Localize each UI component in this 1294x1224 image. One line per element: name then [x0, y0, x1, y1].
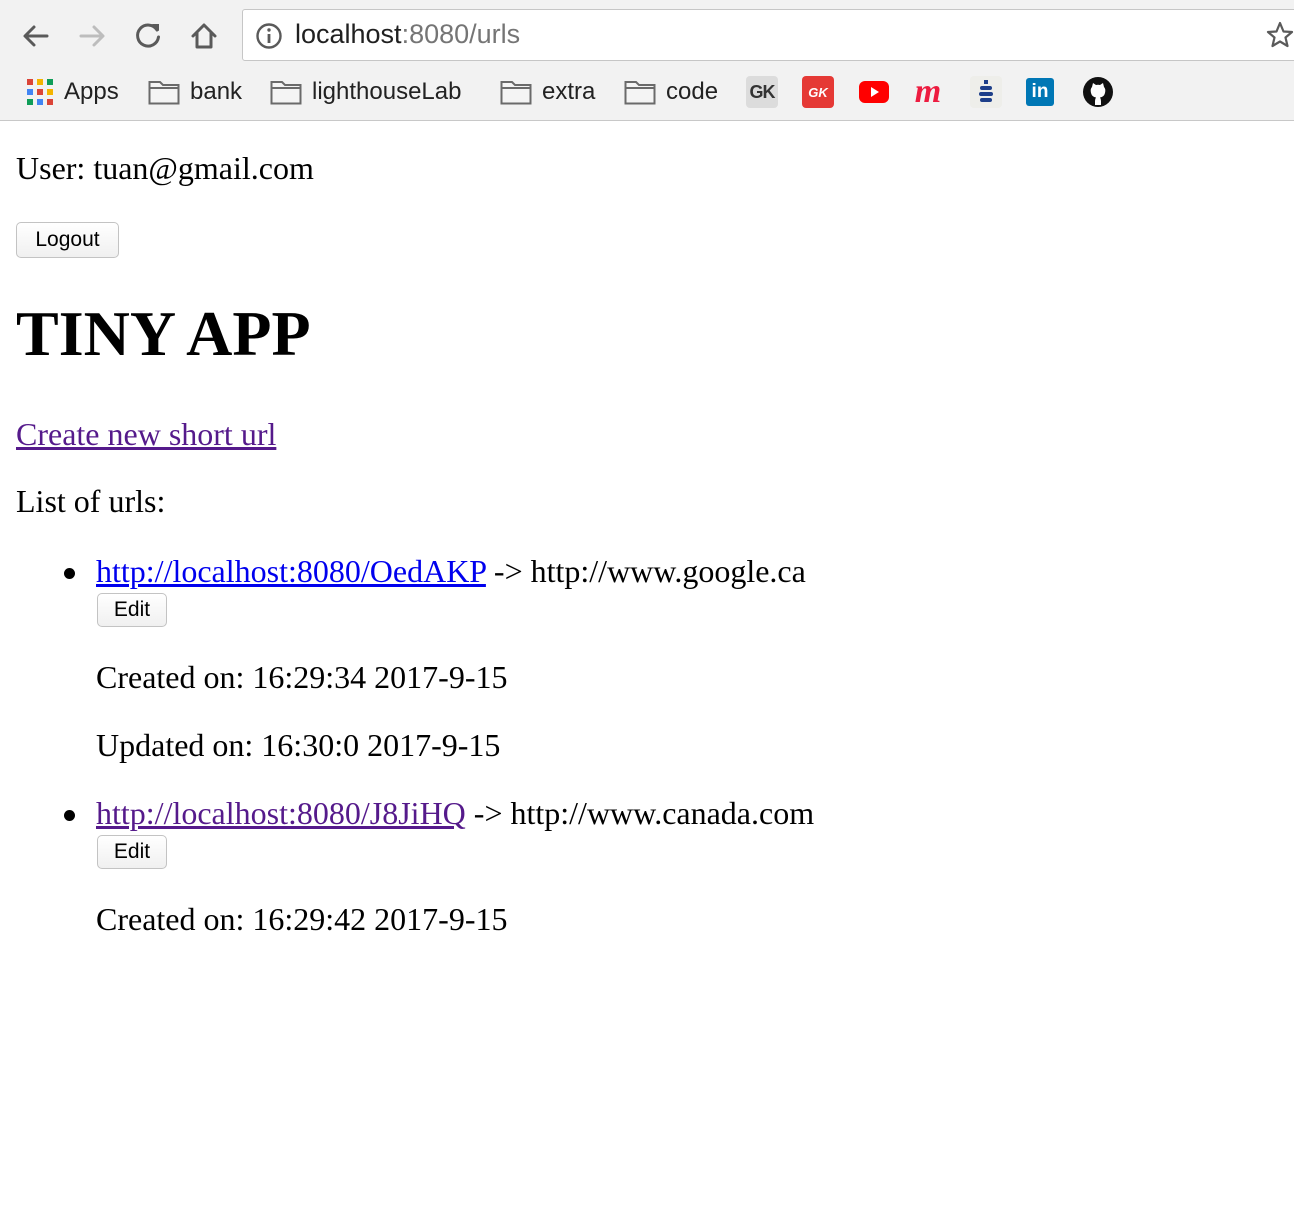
bookmark-label: bank [190, 78, 243, 105]
address-bar[interactable]: localhost:8080/urls [242, 9, 1294, 61]
github-icon [1083, 77, 1113, 107]
bookmark-youtube[interactable] [858, 70, 890, 114]
updated-timestamp: Updated on: 16:30:0 2017-9-15 [96, 727, 501, 763]
youtube-icon [859, 81, 889, 103]
browser-toolbar: localhost:8080/urls Apps bank lighthouse… [0, 0, 1294, 121]
url-text[interactable]: localhost:8080/urls [295, 19, 520, 50]
bookmark-label: Apps [64, 78, 119, 105]
reload-icon [136, 23, 160, 48]
folder-icon [148, 81, 180, 105]
list-bullet [64, 810, 75, 821]
long-url-text: -> http://www.google.ca [485, 553, 806, 589]
short-url-link[interactable]: http://localhost:8080/J8JiHQ [96, 795, 466, 831]
url-mapping: http://localhost:8080/OedAKP -> http://w… [96, 553, 806, 590]
meetup-icon: m [914, 73, 942, 110]
bookmark-code[interactable]: code [624, 70, 718, 114]
bookmark-gk-red[interactable]: GK [802, 70, 834, 114]
create-short-url-link[interactable]: Create new short url [16, 416, 276, 453]
bookmark-lighthouselab[interactable]: lighthouseLab [270, 70, 461, 114]
created-timestamp: Created on: 16:29:34 2017-9-15 [96, 659, 508, 695]
page-title: TINY APP [16, 298, 311, 369]
folder-icon [270, 81, 302, 105]
short-url-link[interactable]: http://localhost:8080/OedAKP [96, 553, 486, 589]
bookmark-star-icon[interactable] [1265, 20, 1294, 50]
user-email: User: tuan@gmail.com [16, 150, 314, 186]
back-arrow-icon [23, 25, 49, 47]
created-timestamp: Created on: 16:29:42 2017-9-15 [96, 901, 508, 937]
long-url-text: -> http://www.canada.com [465, 795, 815, 831]
url-path: :8080/urls [401, 19, 521, 49]
logout-button[interactable]: Logout [16, 222, 119, 258]
linkedin-icon: in [1026, 78, 1054, 106]
bookmark-gk[interactable]: GK [746, 70, 778, 114]
bookmark-label: extra [542, 78, 596, 105]
bookmark-apps[interactable]: Apps [26, 70, 119, 114]
bookmark-bank[interactable]: bank [148, 70, 242, 114]
home-icon [191, 23, 217, 49]
info-icon[interactable] [255, 22, 283, 50]
url-mapping: http://localhost:8080/J8JiHQ -> http://w… [96, 795, 814, 832]
forward-arrow-icon [79, 25, 105, 47]
folder-icon [500, 81, 532, 105]
gk-icon: GK [746, 76, 778, 108]
bookmark-label: code [666, 78, 719, 105]
back-button[interactable] [16, 16, 56, 56]
edit-button[interactable]: Edit [97, 593, 167, 627]
bookmark-github[interactable] [1082, 70, 1114, 114]
bookmark-stack[interactable] [970, 70, 1002, 114]
bookmark-label: lighthouseLab [312, 78, 462, 105]
bookmarks-bar: Apps bank lighthouseLab extra code GK GK [0, 70, 1294, 114]
url-list-label: List of urls: [16, 483, 166, 519]
apps-grid-icon [27, 79, 53, 105]
forward-button[interactable] [72, 16, 112, 56]
folder-icon [624, 81, 656, 105]
edit-button[interactable]: Edit [97, 835, 167, 869]
stack-icon [970, 76, 1002, 108]
bookmark-linkedin[interactable]: in [1026, 70, 1054, 114]
url-host: localhost [295, 19, 402, 49]
home-button[interactable] [184, 16, 224, 56]
bookmark-extra[interactable]: extra [500, 70, 595, 114]
list-bullet [64, 568, 75, 579]
gk-red-icon: GK [802, 76, 834, 108]
reload-button[interactable] [128, 16, 168, 56]
bookmark-meetup[interactable]: m [912, 70, 944, 114]
